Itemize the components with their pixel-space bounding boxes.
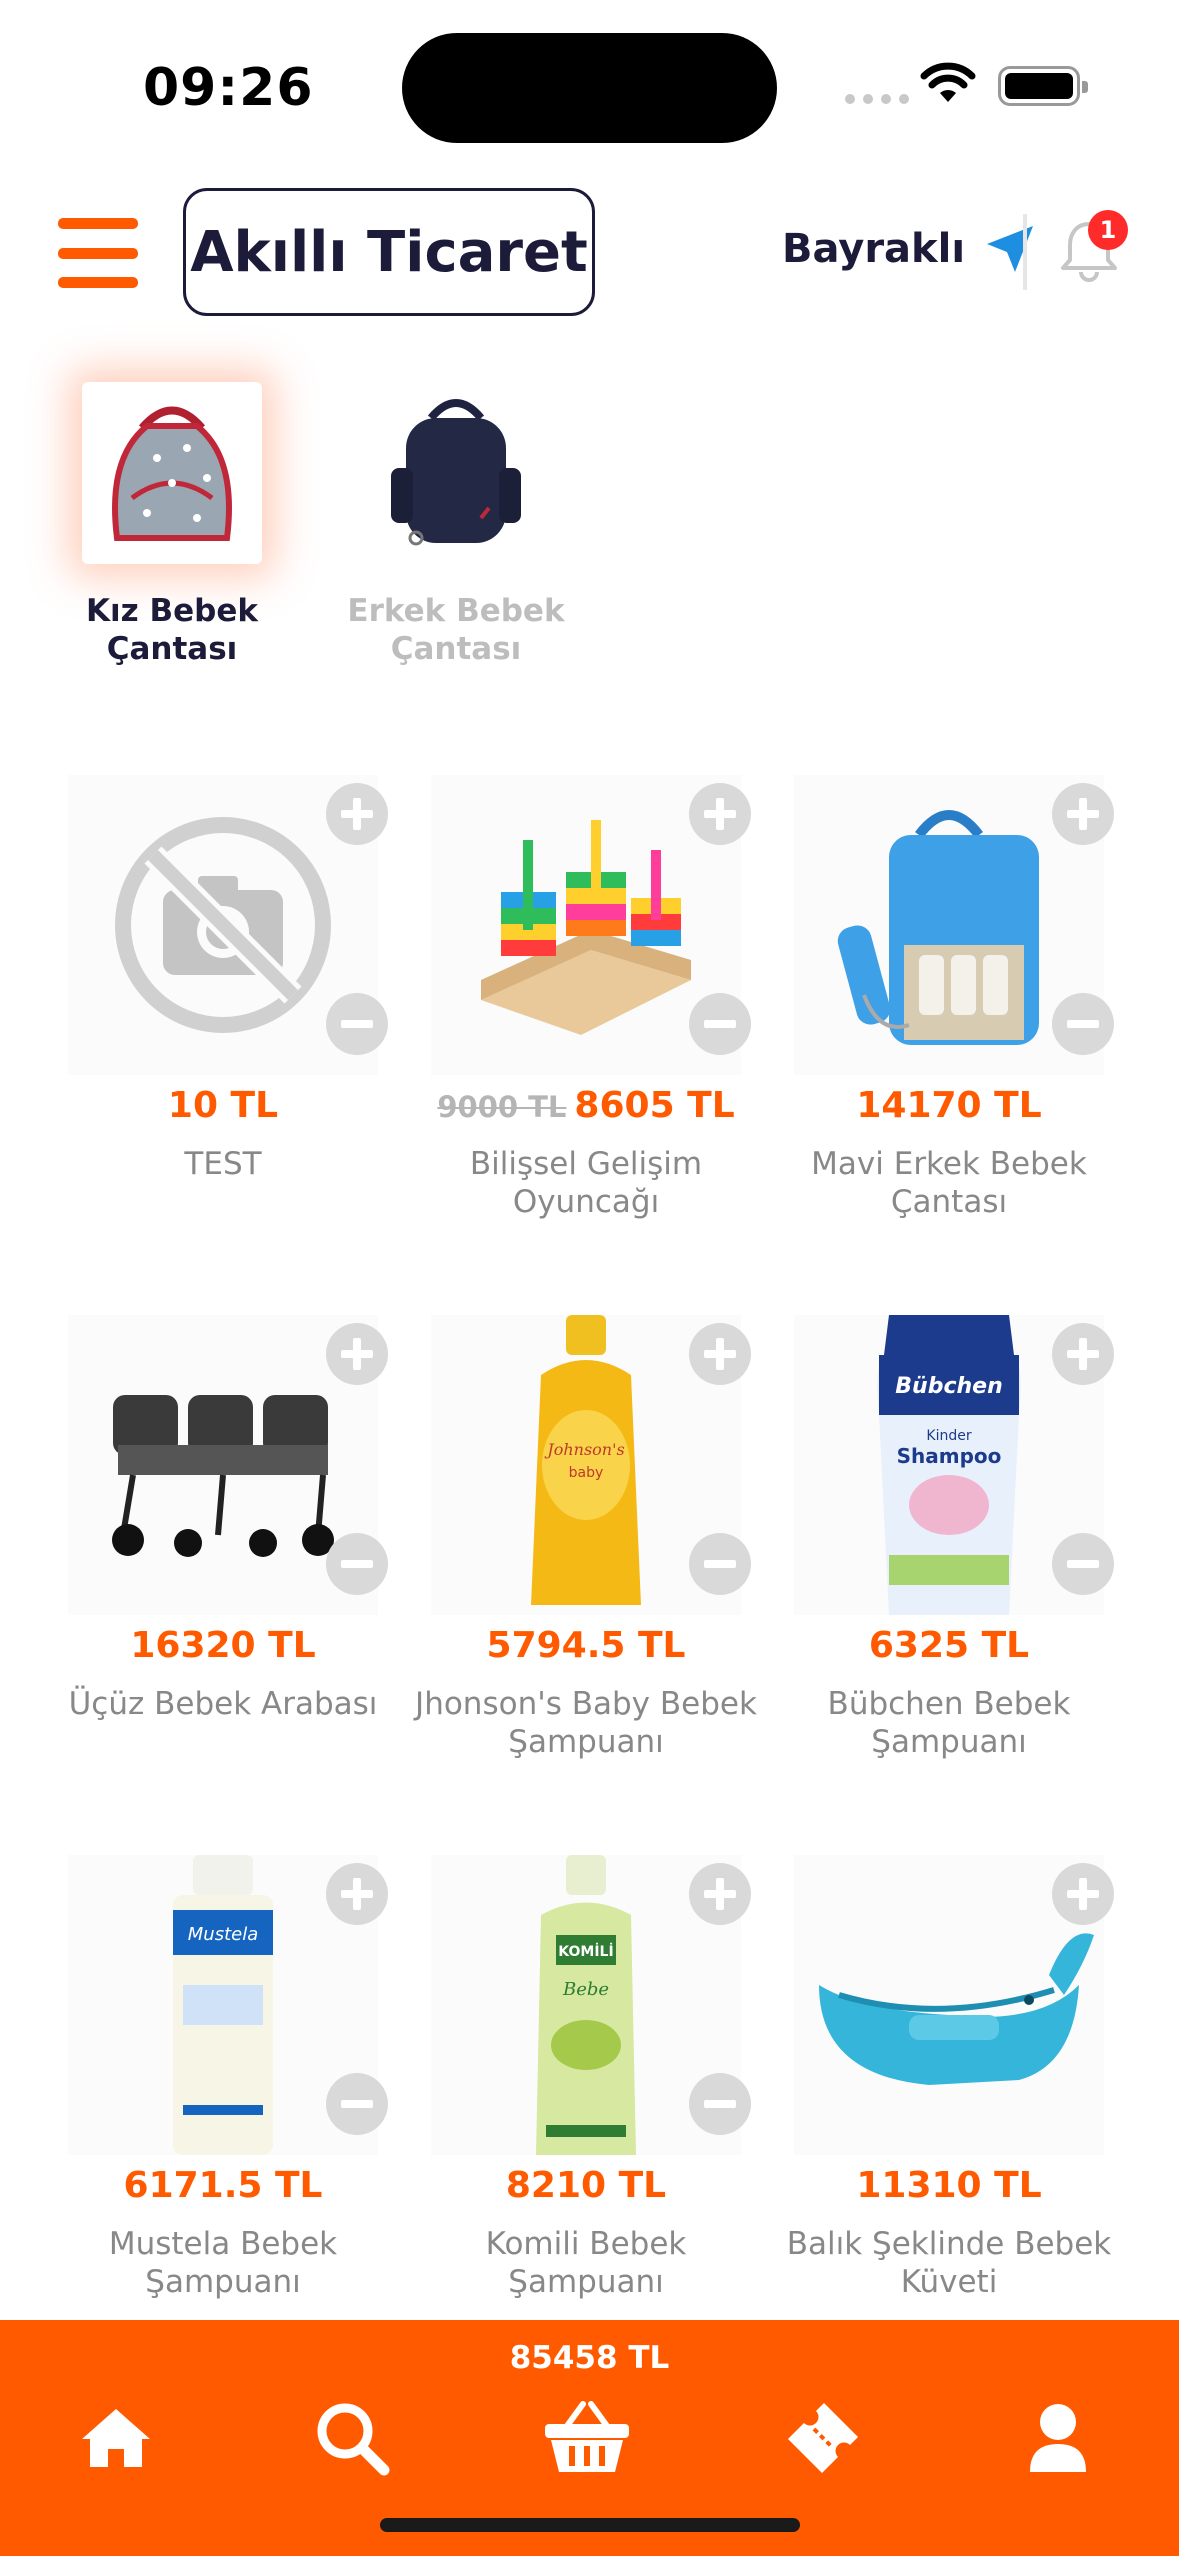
price: 9000 TL 8605 TL bbox=[437, 1085, 735, 1126]
price: 5794.5 TL bbox=[486, 1625, 686, 1666]
product-name: Komili Bebek Şampuanı bbox=[485, 2226, 687, 2300]
svg-text:Mustela: Mustela bbox=[188, 1924, 258, 1945]
product-card[interactable]: 16320 TL Üçüz Bebek Arabası bbox=[58, 1315, 388, 1795]
add-button[interactable] bbox=[1052, 1323, 1114, 1385]
wifi-icon bbox=[920, 62, 976, 102]
remove-button[interactable] bbox=[689, 1533, 751, 1595]
svg-text:Johnson's: Johnson's bbox=[544, 1440, 624, 1459]
status-time: 09:26 bbox=[143, 58, 314, 118]
svg-text:Bebe: Bebe bbox=[562, 1979, 609, 2000]
home-icon[interactable] bbox=[66, 2388, 166, 2488]
notification-badge: 1 bbox=[1088, 210, 1128, 250]
remove-button[interactable] bbox=[689, 2073, 751, 2135]
price: 11310 TL bbox=[856, 2165, 1042, 2206]
remove-button[interactable] bbox=[326, 993, 388, 1055]
battery-icon bbox=[998, 66, 1088, 106]
price: 14170 TL bbox=[856, 1085, 1042, 1126]
category-kiz-bebek-cantasi[interactable]: Kız Bebek Çantası bbox=[47, 382, 297, 668]
product-card[interactable]: Bübchen Kinder Shampoo 6325 TL Bübchen B… bbox=[784, 1315, 1114, 1795]
product-card[interactable]: 10 TL TEST bbox=[58, 775, 388, 1255]
brand-logo[interactable]: Akıllı Ticaret bbox=[183, 188, 595, 316]
category-erkek-bebek-cantasi[interactable]: Erkek Bebek Çantası bbox=[331, 382, 581, 668]
basket-icon[interactable] bbox=[537, 2388, 637, 2488]
product-card[interactable]: 14170 TL Mavi Erkek Bebek Çantası bbox=[784, 775, 1114, 1255]
bottom-navigation: 85458 TL bbox=[0, 2320, 1179, 2556]
dynamic-island bbox=[402, 33, 777, 143]
svg-text:Shampoo: Shampoo bbox=[897, 1444, 1002, 1468]
add-button[interactable] bbox=[689, 1863, 751, 1925]
product-name: Balık Şeklinde Bebek Küveti bbox=[786, 2226, 1112, 2300]
header-divider bbox=[1023, 214, 1027, 290]
location-arrow-icon bbox=[987, 226, 1034, 272]
product-card[interactable]: Johnson's baby 5794.5 TL Jhonson's Baby … bbox=[415, 1315, 757, 1795]
product-name: Mustela Bebek Şampuanı bbox=[108, 2226, 338, 2300]
remove-button[interactable] bbox=[689, 993, 751, 1055]
product-name: Üçüz Bebek Arabası bbox=[68, 1686, 378, 1722]
category-thumbnail bbox=[82, 382, 262, 564]
navy-bag-image bbox=[391, 399, 521, 546]
home-indicator bbox=[380, 2518, 800, 2532]
user-icon[interactable] bbox=[1008, 2388, 1108, 2488]
category-thumbnail bbox=[366, 382, 546, 564]
search-icon[interactable] bbox=[302, 2388, 402, 2488]
price: 16320 TL bbox=[130, 1625, 316, 1666]
svg-text:Bübchen: Bübchen bbox=[895, 1374, 1002, 1399]
product-name: TEST bbox=[184, 1146, 262, 1182]
category-label: Kız Bebek Çantası bbox=[86, 593, 258, 667]
cellular-signal-icon bbox=[845, 94, 909, 104]
remove-button[interactable] bbox=[326, 2073, 388, 2135]
location-selector[interactable]: Bayraklı bbox=[782, 222, 1037, 276]
old-price: 9000 TL bbox=[437, 1090, 567, 1124]
svg-text:baby: baby bbox=[569, 1465, 604, 1481]
category-label: Erkek Bebek Çantası bbox=[347, 593, 565, 667]
add-button[interactable] bbox=[326, 783, 388, 845]
add-button[interactable] bbox=[689, 783, 751, 845]
svg-text:KOMİLİ: KOMİLİ bbox=[558, 1943, 613, 1960]
product-card[interactable]: Mustela 6171.5 TL Mustela Bebek Şampuanı bbox=[58, 1855, 388, 2335]
product-card[interactable]: 11310 TL Balık Şeklinde Bebek Küveti bbox=[784, 1855, 1114, 2335]
product-card[interactable]: 9000 TL 8605 TL Bilişsel Gelişim Oyuncağı bbox=[421, 775, 751, 1255]
pink-bag-image bbox=[87, 388, 257, 558]
product-name: Bübchen Bebek Şampuanı bbox=[827, 1686, 1071, 1760]
product-name: Jhonson's Baby Bebek Şampuanı bbox=[415, 1686, 757, 1760]
add-button[interactable] bbox=[326, 1323, 388, 1385]
product-name: Mavi Erkek Bebek Çantası bbox=[811, 1146, 1087, 1220]
remove-button[interactable] bbox=[1052, 1533, 1114, 1595]
add-button[interactable] bbox=[1052, 783, 1114, 845]
svg-text:Kinder: Kinder bbox=[926, 1428, 971, 1444]
add-button[interactable] bbox=[326, 1863, 388, 1925]
menu-button[interactable] bbox=[58, 218, 138, 288]
product-name: Bilişsel Gelişim Oyuncağı bbox=[469, 1146, 703, 1220]
price: 8210 TL bbox=[505, 2165, 667, 2206]
price: 10 TL bbox=[167, 1085, 279, 1126]
remove-button[interactable] bbox=[326, 1533, 388, 1595]
location-label: Bayraklı bbox=[782, 226, 966, 272]
ticket-icon[interactable] bbox=[773, 2388, 873, 2488]
add-button[interactable] bbox=[689, 1323, 751, 1385]
remove-button[interactable] bbox=[1052, 993, 1114, 1055]
price: 6325 TL bbox=[868, 1625, 1030, 1666]
price: 6171.5 TL bbox=[123, 2165, 323, 2206]
cart-total: 85458 TL bbox=[509, 2340, 670, 2376]
add-button[interactable] bbox=[1052, 1863, 1114, 1925]
product-card[interactable]: KOMİLİ Bebe 8210 TL Komili Bebek Şampuanı bbox=[421, 1855, 751, 2335]
